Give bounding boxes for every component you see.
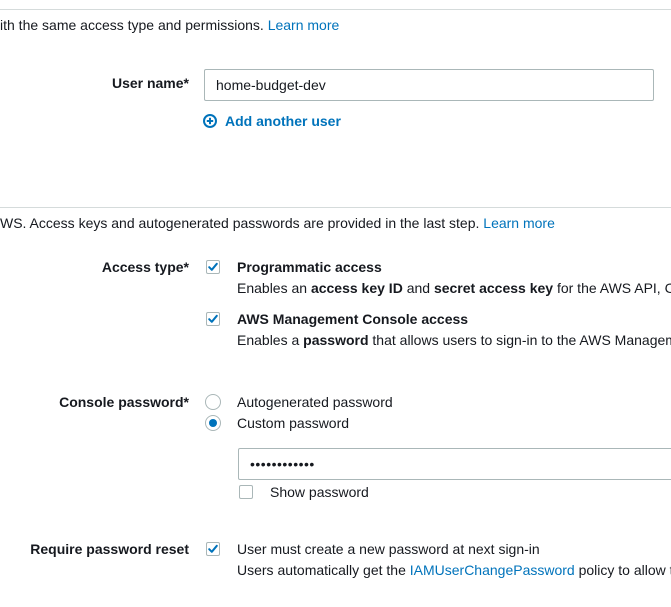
custom-password-input[interactable]	[238, 448, 671, 480]
show-password-label: Show password	[270, 484, 369, 500]
checkmark-icon	[208, 314, 218, 323]
access-type-label: Access type*	[101, 259, 189, 275]
require-password-reset-label: Require password reset	[30, 541, 189, 557]
divider-top	[0, 9, 671, 10]
programmatic-access-checkbox[interactable]	[206, 260, 220, 274]
access-intro-text: WS. Access keys and autogenerated passwo…	[0, 215, 480, 231]
user-name-label: User name*	[111, 75, 189, 91]
autogenerated-password-label: Autogenerated password	[237, 394, 393, 410]
desc-bold: password	[303, 332, 369, 348]
note-text: policy to allow t	[574, 562, 671, 578]
custom-password-label: Custom password	[237, 415, 350, 431]
show-password-checkbox[interactable]	[239, 485, 253, 499]
desc-text: Enables a	[237, 332, 304, 348]
add-another-user-label: Add another user	[225, 113, 341, 129]
console-access-title: AWS Management Console access	[237, 311, 469, 327]
access-learn-more-link[interactable]: Learn more	[483, 215, 555, 231]
desc-text: for the AWS API, C	[553, 280, 671, 296]
user-name-input[interactable]	[204, 69, 654, 101]
desc-text: and	[402, 280, 434, 296]
plus-circle-icon	[203, 114, 217, 128]
add-another-user-button[interactable]: Add another user	[203, 113, 341, 129]
console-access-checkbox[interactable]	[206, 312, 220, 326]
desc-text: Enables an	[237, 280, 311, 296]
details-intro-text: ith the same access type and permissions…	[0, 17, 264, 33]
desc-bold: access key ID	[310, 280, 403, 296]
require-password-reset-text: User must create a new password at next …	[237, 541, 540, 557]
programmatic-access-description: Enables an access key ID and secret acce…	[237, 280, 671, 296]
console-access-description: Enables a password that allows users to …	[237, 332, 671, 348]
details-learn-more-link[interactable]: Learn more	[268, 17, 340, 33]
checkmark-icon	[208, 544, 218, 553]
require-password-reset-checkbox[interactable]	[206, 542, 220, 556]
console-password-label: Console password*	[59, 394, 189, 410]
checkmark-icon	[208, 262, 218, 271]
divider-middle	[0, 207, 671, 208]
password-policy-note: Users automatically get the IAMUserChang…	[237, 562, 671, 578]
autogenerated-password-radio[interactable]	[205, 394, 221, 410]
note-text: Users automatically get the	[237, 562, 410, 578]
details-intro: ith the same access type and permissions…	[0, 17, 339, 33]
desc-text: that allows users to sign-in to the AWS …	[368, 332, 671, 348]
iam-user-change-password-link[interactable]: IAMUserChangePassword	[410, 562, 575, 578]
access-intro: WS. Access keys and autogenerated passwo…	[0, 215, 555, 231]
programmatic-access-title: Programmatic access	[237, 259, 382, 275]
desc-bold: secret access key	[433, 280, 554, 296]
custom-password-radio[interactable]	[205, 415, 221, 431]
